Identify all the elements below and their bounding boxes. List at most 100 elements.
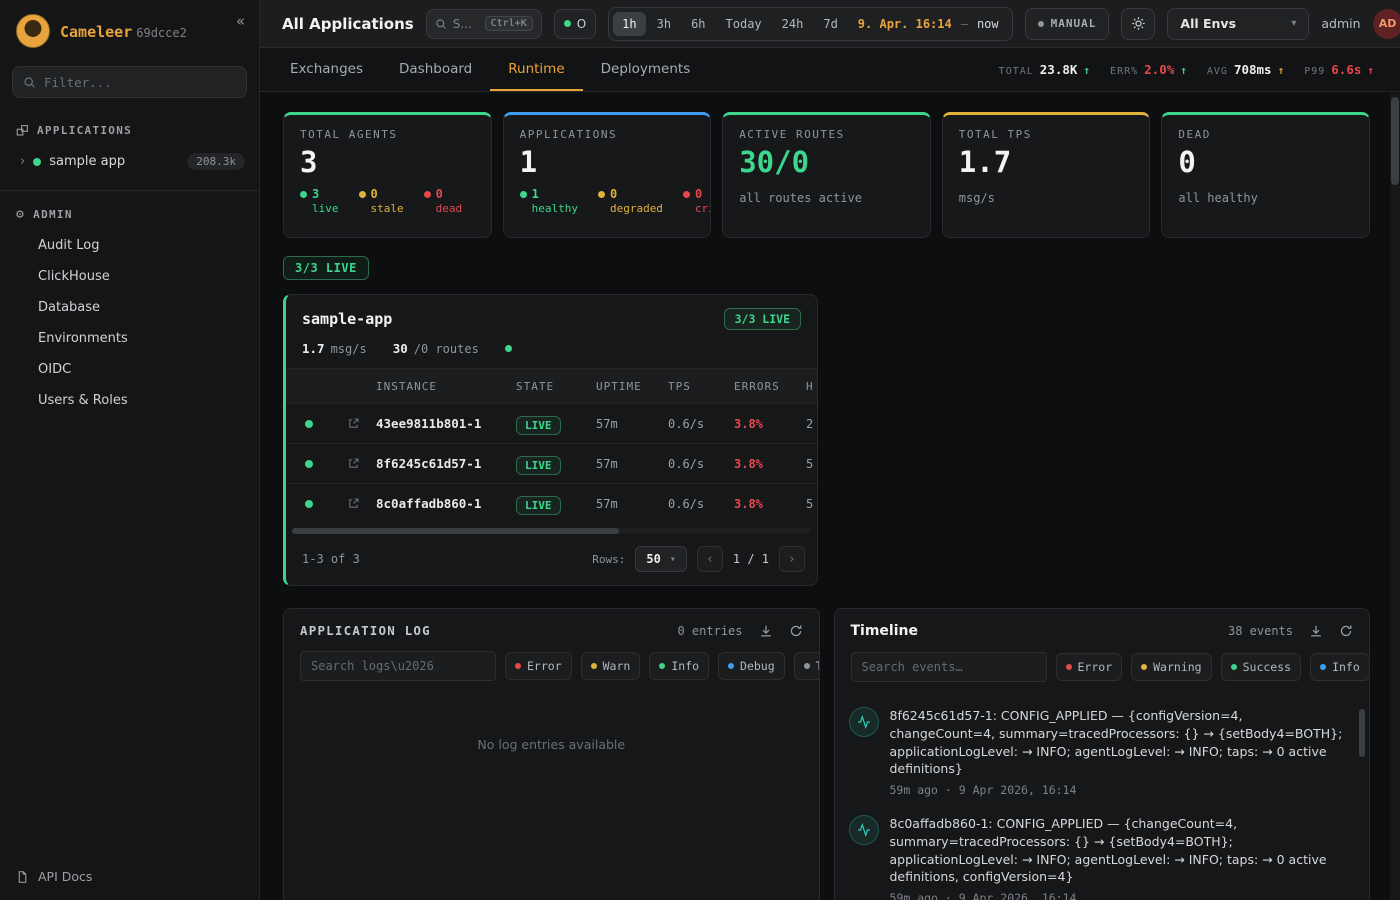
stat-p99-latency: P996.6s↑ <box>1304 62 1374 77</box>
timeline-panel: Timeline 38 events Error Warning Success… <box>834 608 1371 900</box>
external-link-icon[interactable] <box>332 457 374 470</box>
sidebar-item-environments[interactable]: Environments <box>0 323 259 354</box>
up-arrow-icon: ↑ <box>1278 64 1285 77</box>
sidebar-item-database[interactable]: Database <box>0 292 259 323</box>
rows-label: Rows: <box>592 553 625 566</box>
manual-refresh-button[interactable]: MANUAL <box>1025 8 1110 40</box>
global-search[interactable]: S... Ctrl+K <box>426 9 542 39</box>
time-now-button[interactable]: now <box>970 17 1008 31</box>
agents-live-stat: 3 live <box>300 187 339 215</box>
prev-page-button[interactable]: ‹ <box>697 546 723 572</box>
card-dead: DEAD 0 all healthy <box>1161 112 1370 238</box>
tab-exchanges[interactable]: Exchanges <box>272 48 381 91</box>
refresh-icon[interactable] <box>1339 624 1353 638</box>
app-item-count-badge: 208.3k <box>187 153 245 170</box>
horizontal-scrollbar[interactable] <box>292 528 811 534</box>
app-item-label: sample app <box>49 154 125 169</box>
timeline-filter-error[interactable]: Error <box>1056 653 1123 681</box>
applications-icon <box>16 124 29 137</box>
filter-input[interactable] <box>44 75 236 90</box>
timeline-filter-success[interactable]: Success <box>1221 653 1301 681</box>
sidebar-item-users-roles[interactable]: Users & Roles <box>0 385 259 416</box>
camel-logo-icon <box>16 14 50 48</box>
timeline-search-input[interactable] <box>851 652 1047 682</box>
api-docs-link[interactable]: API Docs <box>0 853 259 900</box>
external-link-icon[interactable] <box>332 417 374 430</box>
log-filter-error[interactable]: Error <box>505 652 572 680</box>
state-pill: LIVE <box>516 456 561 475</box>
time-range-24h[interactable]: 24h <box>773 12 813 36</box>
scrollbar-thumb[interactable] <box>1391 97 1399 185</box>
time-range-6h[interactable]: 6h <box>682 12 714 36</box>
user-avatar[interactable]: AD <box>1373 9 1400 39</box>
timeline-event[interactable]: 8c0affadb860-1: CONFIG_APPLIED — {change… <box>843 806 1356 900</box>
tab-deployments[interactable]: Deployments <box>583 48 709 91</box>
sample-app-card: sample-app 3/3 LIVE 1.7msg/s 30/0 routes… <box>283 294 818 586</box>
row-range-label: 1-3 of 3 <box>302 552 360 566</box>
log-filter-trace[interactable]: Trace <box>794 652 820 680</box>
table-row[interactable]: 43ee9811b801-1 LIVE 57m 0.6/s 3.8% 2 <box>286 403 817 443</box>
admin-section-header: ⚙ ADMIN <box>0 199 259 230</box>
log-search-input[interactable] <box>300 651 496 681</box>
card-total-agents: TOTAL AGENTS 3 3 live 0 stale 0 <box>283 112 492 238</box>
time-range-selector: 1h 3h 6h Today 24h 7d 9. Apr. 16:14 — no… <box>608 7 1012 41</box>
app-card-stats: 1.7msg/s 30/0 routes <box>286 339 817 369</box>
tab-bar: Exchanges Dashboard Runtime Deployments … <box>260 48 1400 92</box>
activity-icon <box>849 815 879 845</box>
next-page-button[interactable]: › <box>779 546 805 572</box>
card-active-routes: ACTIVE ROUTES 30/0 all routes active <box>722 112 931 238</box>
current-time-display: 9. Apr. 16:14 <box>849 17 959 31</box>
sidebar-item-clickhouse[interactable]: ClickHouse <box>0 261 259 292</box>
time-range-1h[interactable]: 1h <box>613 12 645 36</box>
log-panel-title: APPLICATION LOG <box>300 623 431 638</box>
sidebar-collapse-icon[interactable]: « <box>236 12 245 30</box>
theme-toggle-button[interactable] <box>1121 8 1155 40</box>
stat-cards-row: TOTAL AGENTS 3 3 live 0 stale 0 <box>283 112 1370 238</box>
log-filter-warn[interactable]: Warn <box>581 652 641 680</box>
sidebar-item-oidc[interactable]: OIDC <box>0 354 259 385</box>
timeline-scrollbar-thumb[interactable] <box>1359 709 1365 757</box>
admin-section: ⚙ ADMIN Audit Log ClickHouse Database En… <box>0 190 259 416</box>
tab-dashboard[interactable]: Dashboard <box>381 48 490 91</box>
expand-chevron-icon[interactable]: › <box>20 154 25 169</box>
log-filter-info[interactable]: Info <box>649 652 709 680</box>
refresh-icon[interactable] <box>789 624 803 638</box>
environment-dropdown[interactable]: All Envs ▾ <box>1167 8 1309 40</box>
degraded-dot-icon <box>598 191 605 198</box>
download-icon[interactable] <box>759 624 773 638</box>
table-row[interactable]: 8f6245c61d57-1 LIVE 57m 0.6/s 3.8% 5 <box>286 443 817 483</box>
download-icon[interactable] <box>1309 624 1323 638</box>
sidebar-item-audit-log[interactable]: Audit Log <box>0 230 259 261</box>
info-dot-icon <box>659 663 665 669</box>
instance-status-dot-icon <box>305 460 313 468</box>
tab-runtime[interactable]: Runtime <box>490 48 582 91</box>
agents-dead-stat: 0 dead <box>424 187 463 215</box>
timeline-events-list: 8f6245c61d57-1: CONFIG_APPLIED — {config… <box>835 694 1370 900</box>
bottom-panels: APPLICATION LOG 0 entries Error Warn Inf… <box>283 608 1370 900</box>
timeline-filter-warning[interactable]: Warning <box>1131 653 1211 681</box>
debug-dot-icon <box>728 663 734 669</box>
summary-stats: TOTAL23.8K↑ ERR%2.0%↑ AVG708ms↑ P996.6s↑ <box>999 48 1400 91</box>
content-area: TOTAL AGENTS 3 3 live 0 stale 0 <box>260 92 1400 900</box>
sidebar-filter <box>12 66 247 98</box>
manual-dot-icon <box>1038 21 1044 27</box>
page-scrollbar[interactable] <box>1390 93 1400 900</box>
timeline-filter-info[interactable]: Info <box>1310 653 1370 681</box>
activity-icon <box>849 707 879 737</box>
gear-icon: ⚙ <box>16 207 25 222</box>
scrollbar-thumb[interactable] <box>292 528 619 534</box>
stat-err-pct: ERR%2.0%↑ <box>1110 62 1187 77</box>
table-row[interactable]: 8c0affadb860-1 LIVE 57m 0.6/s 3.8% 5 <box>286 483 817 523</box>
app-live-pill: 3/3 LIVE <box>724 308 801 330</box>
time-range-7d[interactable]: 7d <box>814 12 846 36</box>
time-range-3h[interactable]: 3h <box>648 12 680 36</box>
timeline-event[interactable]: 8f6245c61d57-1: CONFIG_APPLIED — {config… <box>843 698 1356 806</box>
live-dot-icon <box>300 191 307 198</box>
rows-per-page-select[interactable]: 50 ▾ <box>635 546 686 572</box>
live-summary-badge: 3/3 LIVE <box>283 256 369 280</box>
time-range-today[interactable]: Today <box>717 12 771 36</box>
external-link-icon[interactable] <box>332 497 374 510</box>
sidebar-item-sample-app[interactable]: › sample app 208.3k <box>0 145 259 178</box>
online-indicator[interactable]: O <box>554 9 596 39</box>
log-filter-debug[interactable]: Debug <box>718 652 785 680</box>
